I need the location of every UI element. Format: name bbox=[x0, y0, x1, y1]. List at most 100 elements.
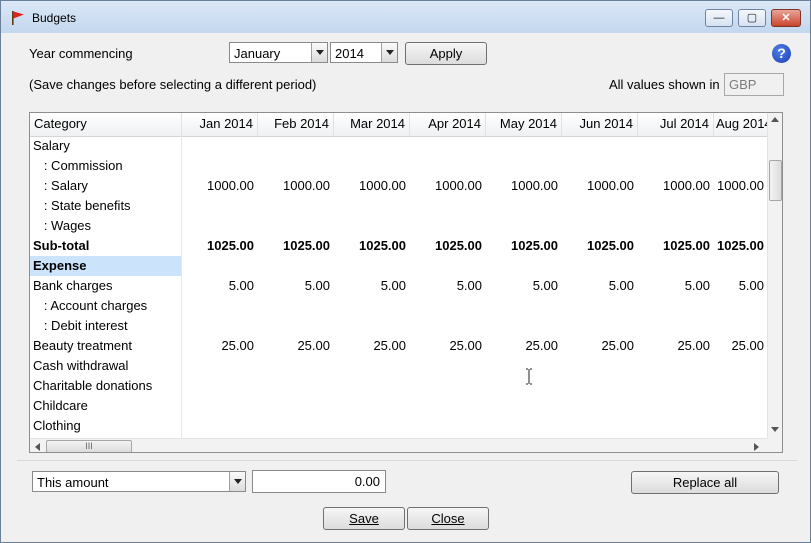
save-button-label: Save bbox=[349, 511, 379, 526]
category-cell[interactable]: Childcare bbox=[33, 398, 88, 413]
help-icon[interactable]: ? bbox=[772, 44, 791, 63]
category-cell[interactable]: : Debit interest bbox=[33, 318, 128, 333]
value-cell[interactable]: 1000.00 bbox=[412, 178, 482, 193]
mode-select[interactable]: This amount bbox=[32, 471, 246, 492]
scroll-right-icon[interactable] bbox=[754, 443, 759, 451]
table-row[interactable]: Childcare bbox=[30, 396, 767, 416]
category-cell[interactable]: : Account charges bbox=[33, 298, 147, 313]
value-cell[interactable]: 1000.00 bbox=[260, 178, 330, 193]
value-cell[interactable]: 1025.00 bbox=[564, 238, 634, 253]
table-row[interactable]: : State benefits bbox=[30, 196, 767, 216]
table-row[interactable]: Beauty treatment 25.00 25.00 25.00 25.00 25.0… bbox=[30, 336, 767, 356]
vertical-scrollbar[interactable] bbox=[767, 113, 782, 440]
category-cell[interactable]: : Wages bbox=[33, 218, 91, 233]
apply-button[interactable]: Apply bbox=[405, 42, 487, 65]
table-row[interactable]: : Debit interest bbox=[30, 316, 767, 336]
save-button[interactable]: Save bbox=[323, 507, 405, 530]
value-cell[interactable]: 1025.00 bbox=[184, 238, 254, 253]
category-cell[interactable]: Beauty treatment bbox=[33, 338, 132, 353]
table-row[interactable]: Clothing bbox=[30, 416, 767, 436]
value-cell[interactable]: 1000.00 bbox=[694, 178, 764, 193]
value-cell[interactable]: 5.00 bbox=[184, 278, 254, 293]
value-cell[interactable]: 25.00 bbox=[260, 338, 330, 353]
maximize-icon: ▢ bbox=[746, 12, 758, 24]
scroll-down-icon[interactable] bbox=[771, 427, 779, 432]
maximize-button[interactable]: ▢ bbox=[738, 9, 766, 27]
horizontal-scroll-thumb[interactable]: III bbox=[46, 440, 132, 452]
month-column-header[interactable]: Apr 2014 bbox=[410, 113, 486, 136]
value-cell[interactable]: 25.00 bbox=[488, 338, 558, 353]
budget-grid[interactable]: Category Jan 2014 Feb 2014 Mar 2014 Apr … bbox=[29, 112, 783, 453]
scroll-left-icon[interactable] bbox=[35, 443, 40, 451]
month-column-header[interactable]: Mar 2014 bbox=[334, 113, 410, 136]
minimize-button[interactable]: — bbox=[705, 9, 733, 27]
flag-icon bbox=[12, 11, 24, 25]
table-row[interactable]: Sub-total 1025.00 1025.00 1025.00 1025.00 102… bbox=[30, 236, 767, 256]
category-cell[interactable]: : Salary bbox=[33, 178, 88, 193]
category-cell[interactable]: Charitable donations bbox=[33, 378, 152, 393]
save-note: (Save changes before selecting a differe… bbox=[29, 77, 317, 92]
value-cell[interactable]: 5.00 bbox=[260, 278, 330, 293]
value-cell[interactable]: 1025.00 bbox=[694, 238, 764, 253]
category-cell[interactable]: : Commission bbox=[33, 158, 123, 173]
table-row[interactable]: Expense bbox=[30, 256, 767, 276]
value-cell[interactable]: 25.00 bbox=[564, 338, 634, 353]
text-cursor-icon bbox=[526, 368, 532, 385]
vertical-scroll-thumb[interactable] bbox=[769, 160, 782, 201]
category-cell[interactable]: Cash withdrawal bbox=[33, 358, 128, 373]
category-cell[interactable]: Expense bbox=[33, 258, 86, 273]
category-column-header[interactable]: Category bbox=[30, 113, 182, 136]
table-row[interactable]: : Commission bbox=[30, 156, 767, 176]
month-column-header[interactable]: May 2014 bbox=[486, 113, 562, 136]
value-cell[interactable]: 1025.00 bbox=[336, 238, 406, 253]
category-cell[interactable]: Clothing bbox=[33, 418, 81, 433]
value-cell[interactable]: 1025.00 bbox=[488, 238, 558, 253]
month-value: January bbox=[234, 46, 281, 61]
value-cell[interactable]: 5.00 bbox=[488, 278, 558, 293]
month-select[interactable]: January bbox=[229, 42, 328, 63]
month-column-header[interactable]: Jul 2014 bbox=[638, 113, 714, 136]
value-cell[interactable]: 25.00 bbox=[184, 338, 254, 353]
value-cell[interactable]: 25.00 bbox=[694, 338, 764, 353]
table-row[interactable]: Salary bbox=[30, 136, 767, 156]
value-cell[interactable]: 1025.00 bbox=[260, 238, 330, 253]
replace-all-button[interactable]: Replace all bbox=[631, 471, 779, 494]
close-window-button[interactable]: ✕ bbox=[771, 9, 801, 27]
value-cell[interactable]: 1000.00 bbox=[336, 178, 406, 193]
value-cell[interactable]: 5.00 bbox=[694, 278, 764, 293]
month-column-header[interactable]: Jun 2014 bbox=[562, 113, 638, 136]
divider bbox=[17, 460, 797, 461]
category-cell[interactable]: Bank charges bbox=[33, 278, 113, 293]
value-cell[interactable]: 5.00 bbox=[336, 278, 406, 293]
value-cell[interactable]: 1000.00 bbox=[564, 178, 634, 193]
value-cell[interactable]: 25.00 bbox=[412, 338, 482, 353]
value-cell[interactable]: 5.00 bbox=[564, 278, 634, 293]
table-row[interactable]: Bank charges 5.00 5.00 5.00 5.00 5.00 5.00 5.00… bbox=[30, 276, 767, 296]
category-cell[interactable]: Sub-total bbox=[33, 238, 89, 253]
value-cell[interactable]: 5.00 bbox=[412, 278, 482, 293]
value-cell[interactable]: 25.00 bbox=[336, 338, 406, 353]
table-row[interactable]: : Salary 1000.00 1000.00 1000.00 1000.00 1000… bbox=[30, 176, 767, 196]
month-column-header[interactable]: Jan 2014 bbox=[182, 113, 258, 136]
chevron-down-icon[interactable] bbox=[381, 43, 397, 62]
table-row[interactable]: : Wages bbox=[30, 216, 767, 236]
table-row[interactable]: : Account charges bbox=[30, 296, 767, 316]
table-row[interactable]: Charitable donations bbox=[30, 376, 767, 396]
close-button[interactable]: Close bbox=[407, 507, 489, 530]
amount-input[interactable]: 0.00 bbox=[252, 470, 386, 493]
chevron-down-icon[interactable] bbox=[229, 472, 245, 491]
month-column-header[interactable]: Aug 2014 bbox=[714, 113, 767, 136]
month-column-header[interactable]: Feb 2014 bbox=[258, 113, 334, 136]
close-button-label: Close bbox=[431, 511, 465, 526]
scroll-up-icon[interactable] bbox=[771, 117, 779, 122]
horizontal-scrollbar[interactable]: III bbox=[30, 438, 767, 452]
value-cell[interactable]: 1000.00 bbox=[184, 178, 254, 193]
year-select[interactable]: 2014 bbox=[330, 42, 398, 63]
chevron-down-icon[interactable] bbox=[311, 43, 327, 62]
table-row[interactable]: Cash withdrawal bbox=[30, 356, 767, 376]
value-cell[interactable]: 1000.00 bbox=[488, 178, 558, 193]
category-cell[interactable]: : State benefits bbox=[33, 198, 131, 213]
title-bar: Budgets — ▢ ✕ bbox=[1, 1, 810, 33]
value-cell[interactable]: 1025.00 bbox=[412, 238, 482, 253]
category-cell[interactable]: Salary bbox=[33, 138, 70, 153]
